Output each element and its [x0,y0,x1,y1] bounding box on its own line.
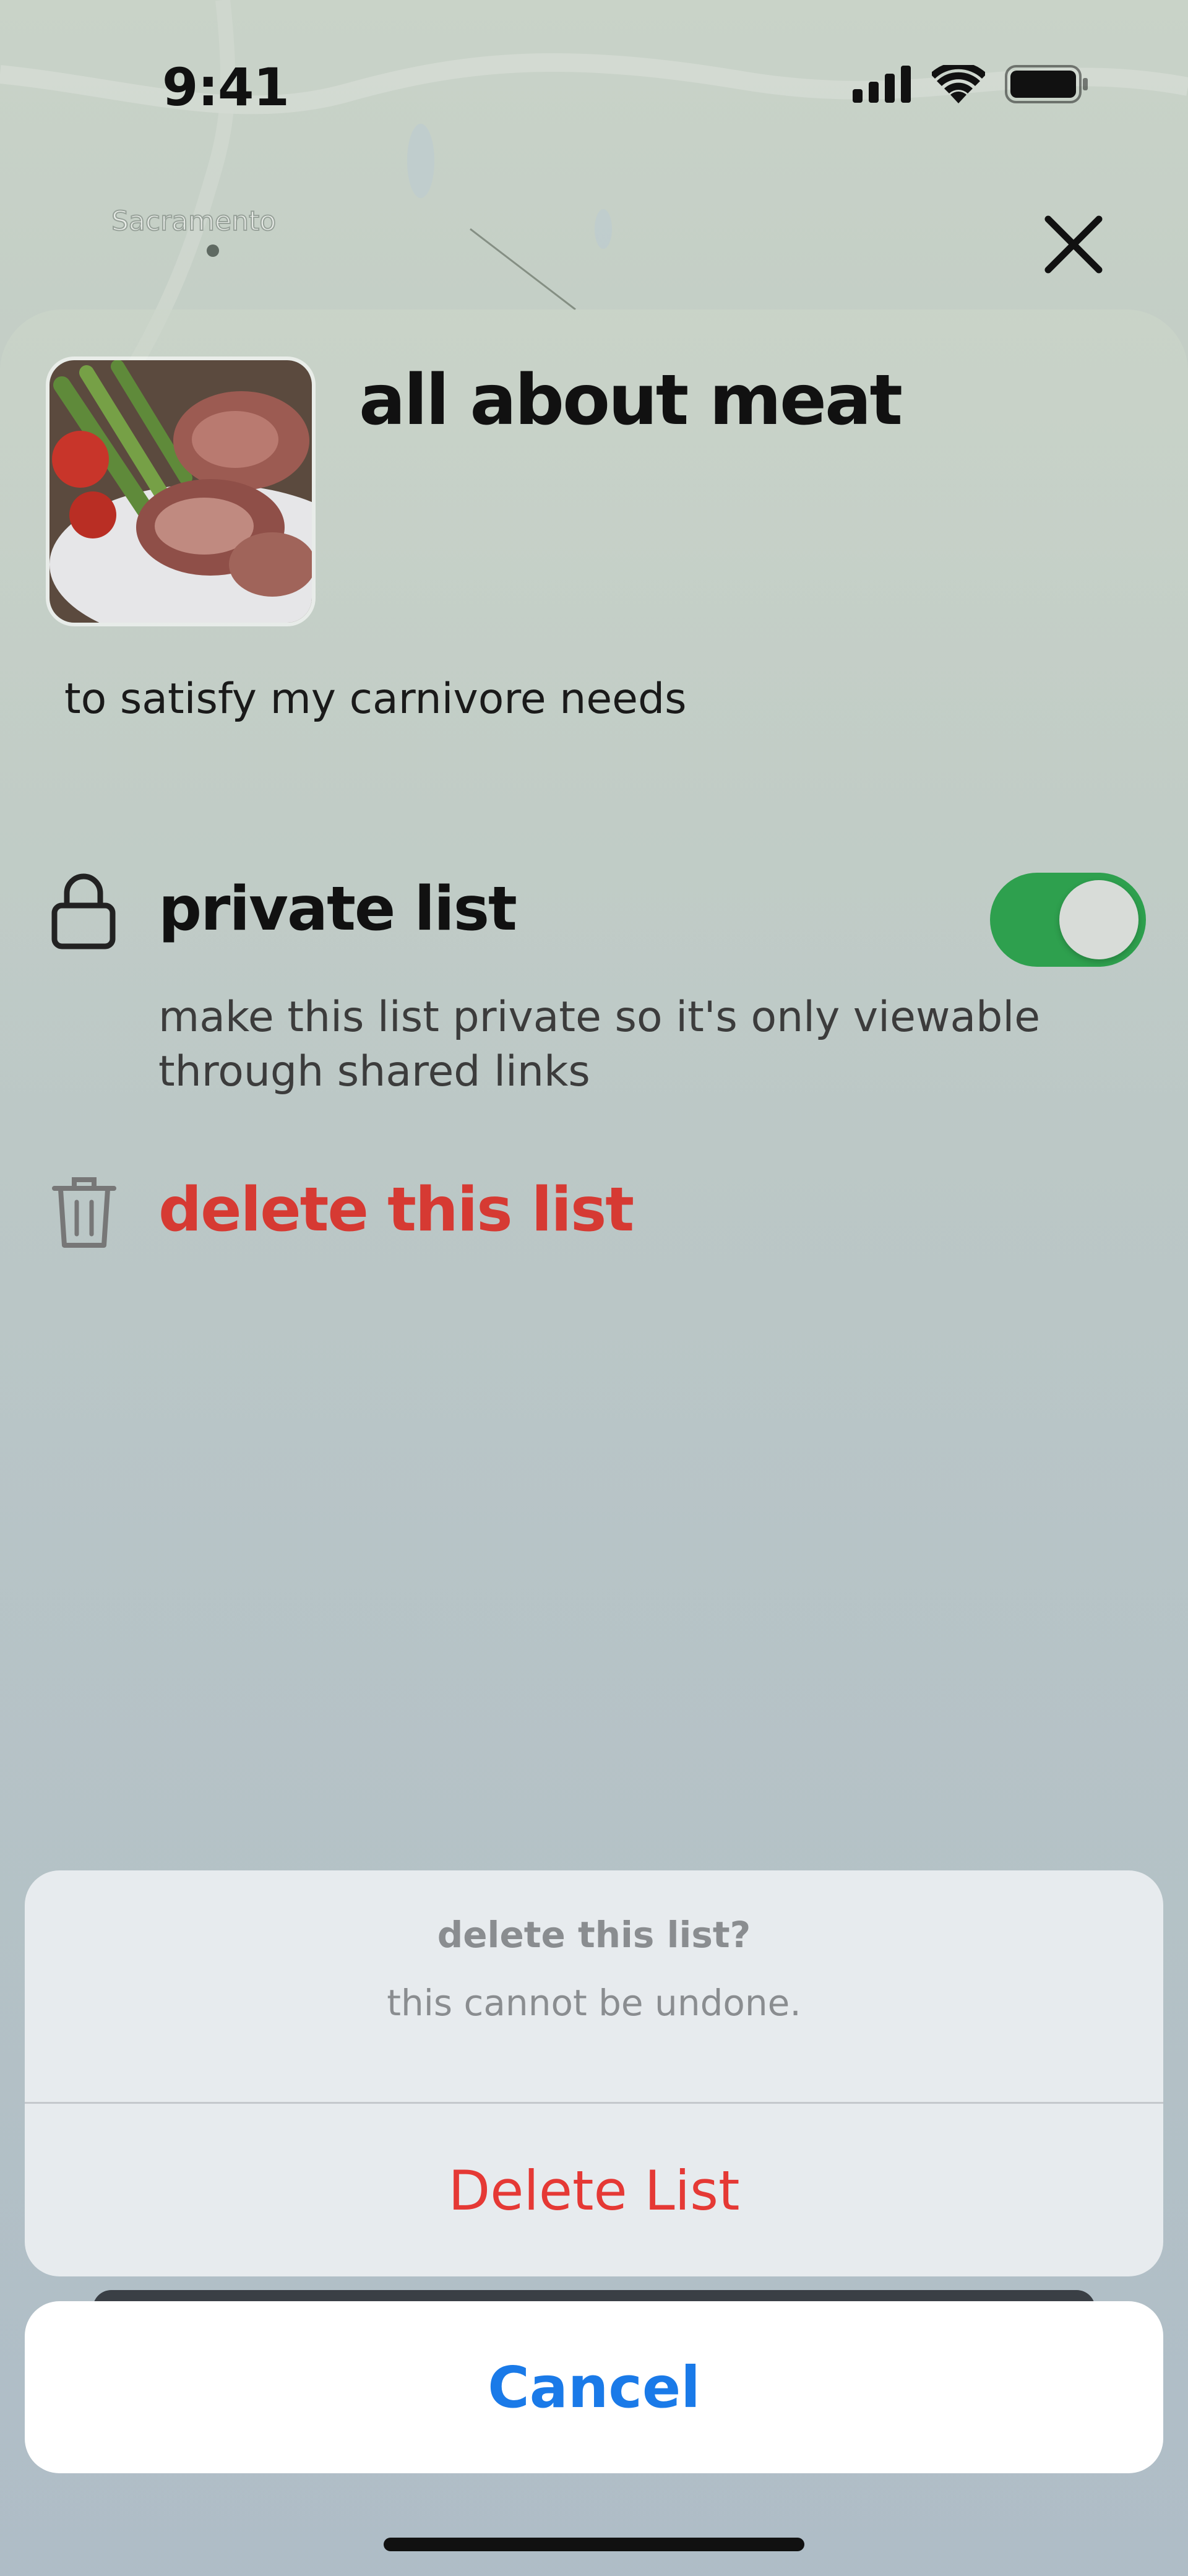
home-indicator [384,2538,804,2551]
close-icon[interactable] [1040,210,1108,279]
lock-icon [51,873,116,949]
private-list-help-text: make this list private so it's only view… [158,993,1041,1096]
action-sheet-title: delete this list? [437,1914,751,1956]
battery-icon [1005,65,1088,103]
action-sheet-message: this cannot be undone. [387,1982,801,2024]
status-time: 9:41 [162,57,290,118]
status-bar: 9:41 [0,0,1188,173]
toggle-knob [1059,880,1138,959]
delete-list-button[interactable]: Delete List [25,2104,1163,2276]
list-description[interactable]: to satisfy my carnivore needs [64,675,687,724]
cellular-signal-icon [853,66,911,103]
list-title[interactable]: all about meat [359,360,903,441]
list-cover-image[interactable] [50,360,312,623]
trash-icon [52,1177,116,1248]
food-photo-thumbnail [50,360,312,623]
delete-list-link[interactable]: delete this list [158,1175,634,1245]
private-list-toggle[interactable] [990,873,1146,967]
action-sheet-divider [25,2102,1163,2104]
map-place-label: Sacramento [111,205,276,237]
delete-confirmation-sheet: delete this list? this cannot be undone.… [25,1870,1163,2276]
cancel-button[interactable]: Cancel [25,2301,1163,2473]
status-icons [853,65,1089,103]
wifi-icon [932,65,985,103]
private-list-label: private list [158,874,517,944]
